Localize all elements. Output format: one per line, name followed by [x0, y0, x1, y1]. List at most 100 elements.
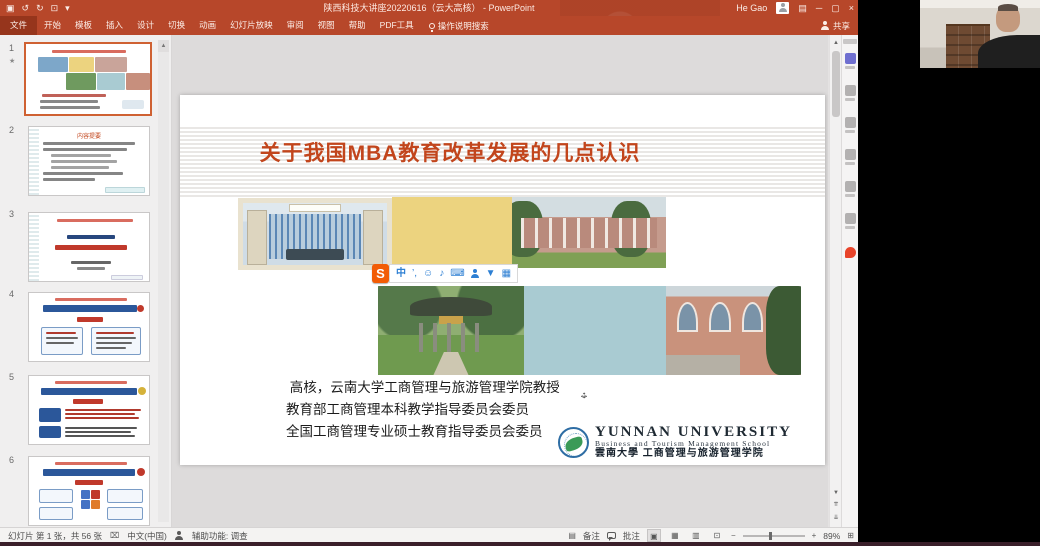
- avatar[interactable]: [776, 2, 789, 14]
- toolbox-icon[interactable]: ▦: [502, 264, 511, 283]
- reading-view-button[interactable]: ▥: [689, 529, 703, 542]
- minimize-button[interactable]: ─: [816, 3, 822, 13]
- share-button[interactable]: 共享: [821, 16, 850, 35]
- tab-template[interactable]: 模板: [68, 16, 99, 35]
- punctuation-icon[interactable]: ’,: [412, 264, 417, 283]
- sogou-logo-icon[interactable]: S: [372, 264, 389, 283]
- thumbnail-scrollbar[interactable]: ▲: [158, 40, 169, 522]
- thumbnail-slide-1[interactable]: [24, 42, 152, 116]
- tell-me-search[interactable]: 操作说明搜索: [429, 20, 489, 32]
- tab-review[interactable]: 审阅: [280, 16, 311, 35]
- user-name[interactable]: He Gao: [736, 3, 767, 13]
- chinese-mode-icon[interactable]: 中: [396, 264, 406, 283]
- taskbar-edge: [0, 542, 1040, 546]
- thumbnail-slide-6[interactable]: [28, 456, 150, 526]
- slide-sorter-view-button[interactable]: ▦: [668, 529, 682, 542]
- slide-number: 5: [9, 372, 14, 382]
- university-logo[interactable]: YUNNAN UNIVERSITY Business and Tourism M…: [558, 425, 792, 460]
- tab-slideshow[interactable]: 幻灯片放映: [223, 16, 280, 35]
- slide-number: 4: [9, 289, 14, 299]
- user-icon: [778, 3, 787, 12]
- comments-toggle[interactable]: 批注: [623, 530, 640, 542]
- spellcheck-icon[interactable]: ⌧: [110, 531, 119, 540]
- fit-to-window-icon[interactable]: ⊞: [847, 531, 854, 540]
- thumb2-title: 内容提要: [29, 131, 149, 140]
- webcam-video-tile[interactable]: [920, 0, 1040, 68]
- account-icon[interactable]: [471, 269, 480, 278]
- photo-historic-building[interactable]: [512, 197, 666, 268]
- tab-transitions[interactable]: 切换: [161, 16, 192, 35]
- thumbnail-slide-3[interactable]: [28, 212, 150, 282]
- plugin-toolbar-item[interactable]: [844, 181, 856, 197]
- teal-color-block[interactable]: [524, 286, 666, 375]
- ribbon-tabs: 文件 开始 模板 插入 设计 切换 动画 幻灯片放映 审阅 视图 帮助 PDF工…: [0, 16, 858, 35]
- speaker-line: 教育部工商管理本科教学指导委员会委员: [286, 402, 529, 417]
- soft-keyboard-icon[interactable]: ⌨: [450, 264, 464, 283]
- slide-title[interactable]: 关于我国MBA教育改革发展的几点认识: [200, 137, 700, 167]
- scrollbar-thumb[interactable]: [832, 51, 840, 117]
- thumbnail-slide-2[interactable]: 内容提要: [28, 126, 150, 196]
- normal-view-button[interactable]: ▣: [647, 529, 661, 542]
- logo-zh-school: 雲南大學 工商管理与旅游管理学院: [595, 448, 792, 460]
- powerpoint-window: ▣ ↺ ↻ ⊡ ▾ 陕西科技大讲座20220616（云大高核） - PowerP…: [0, 0, 858, 546]
- quick-access-toolbar: ▣ ↺ ↻ ⊡ ▾: [6, 0, 70, 16]
- slide-counter: 幻灯片 第 1 张，共 56 张: [8, 530, 102, 542]
- customize-qat-icon[interactable]: ▾: [65, 3, 70, 14]
- start-slideshow-icon[interactable]: ⊡: [51, 3, 59, 14]
- plugin-header[interactable]: [843, 39, 857, 44]
- slide-editing-area: 关于我国MBA教育改革发展的几点认识: [172, 35, 828, 527]
- tab-home[interactable]: 开始: [37, 16, 68, 35]
- plugin-toolbar-item[interactable]: [844, 117, 856, 133]
- thumbnail-slide-4[interactable]: [28, 292, 150, 362]
- save-icon[interactable]: ▣: [6, 3, 15, 14]
- presenter-head: [996, 5, 1020, 32]
- zoom-out-button[interactable]: −: [731, 531, 736, 540]
- plugin-toolbar-item[interactable]: [844, 85, 856, 101]
- tab-help[interactable]: 帮助: [342, 16, 373, 35]
- close-button[interactable]: ×: [849, 3, 854, 13]
- window-title: 陕西科技大讲座20220616（云大高核） - PowerPoint: [0, 0, 858, 16]
- slide-number: 1: [9, 43, 14, 53]
- skin-icon[interactable]: ▼: [486, 264, 496, 283]
- slide-canvas[interactable]: 关于我国MBA教育改革发展的几点认识: [180, 95, 825, 465]
- tab-view[interactable]: 视图: [311, 16, 342, 35]
- ribbon-display-options-icon[interactable]: ▤: [798, 3, 807, 14]
- title-bar: ▣ ↺ ↻ ⊡ ▾ 陕西科技大讲座20220616（云大高核） - PowerP…: [0, 0, 858, 16]
- zoom-slider[interactable]: [743, 535, 805, 537]
- notes-toggle[interactable]: 备注: [583, 530, 600, 542]
- yellow-color-block[interactable]: [392, 197, 512, 268]
- tab-file[interactable]: 文件: [0, 16, 37, 35]
- speaker-line: 高核，云南大学工商管理与旅游管理学院教授: [286, 380, 560, 395]
- plugin-toolbar-item[interactable]: [844, 213, 856, 229]
- tab-pdf-tools[interactable]: PDF工具: [373, 16, 421, 35]
- undo-icon[interactable]: ↺: [22, 3, 30, 14]
- plugin-toolbar-item[interactable]: [844, 247, 856, 258]
- share-person-icon: [821, 21, 830, 30]
- photo-arched-building[interactable]: [666, 286, 801, 375]
- slideshow-view-button[interactable]: ⊡: [710, 529, 724, 542]
- tab-design[interactable]: 设计: [130, 16, 161, 35]
- photo-pavilion[interactable]: [378, 286, 524, 375]
- restore-button[interactable]: ▢: [831, 3, 840, 14]
- language-status[interactable]: 中文(中国): [127, 530, 167, 542]
- tab-animations[interactable]: 动画: [192, 16, 223, 35]
- main-scrollbar[interactable]: ▲ ▼ ⇈ ⇊: [829, 35, 841, 527]
- zoom-slider-thumb[interactable]: [769, 532, 772, 540]
- zoom-in-button[interactable]: +: [812, 531, 817, 540]
- plugin-toolbar-item[interactable]: [844, 149, 856, 165]
- speaker-info-text[interactable]: 高核，云南大学工商管理与旅游管理学院教授教育部工商管理本科教学指导委员会委员全国…: [286, 377, 560, 443]
- photo-university-gate[interactable]: [238, 198, 392, 270]
- zoom-level[interactable]: 89%: [823, 531, 840, 541]
- plugin-toolbar-item[interactable]: [844, 53, 856, 69]
- voice-input-icon[interactable]: ♪: [439, 264, 444, 283]
- thumbnail-slide-5[interactable]: [28, 375, 150, 445]
- scroll-up-icon[interactable]: ▲: [158, 40, 169, 52]
- status-bar: 幻灯片 第 1 张，共 56 张 ⌧ 中文(中国) 辅助功能: 调查 ▤ 备注 …: [0, 527, 858, 543]
- mouse-move-cursor: ↔↕: [578, 390, 590, 402]
- slide-number: 6: [9, 455, 14, 465]
- speaker-line: 全国工商管理专业硕士教育指导委员会委员: [286, 424, 543, 439]
- accessibility-status[interactable]: 辅助功能: 调查: [192, 530, 248, 542]
- redo-icon[interactable]: ↻: [36, 3, 44, 14]
- tab-insert[interactable]: 插入: [99, 16, 130, 35]
- emoji-icon[interactable]: ☺: [423, 264, 433, 283]
